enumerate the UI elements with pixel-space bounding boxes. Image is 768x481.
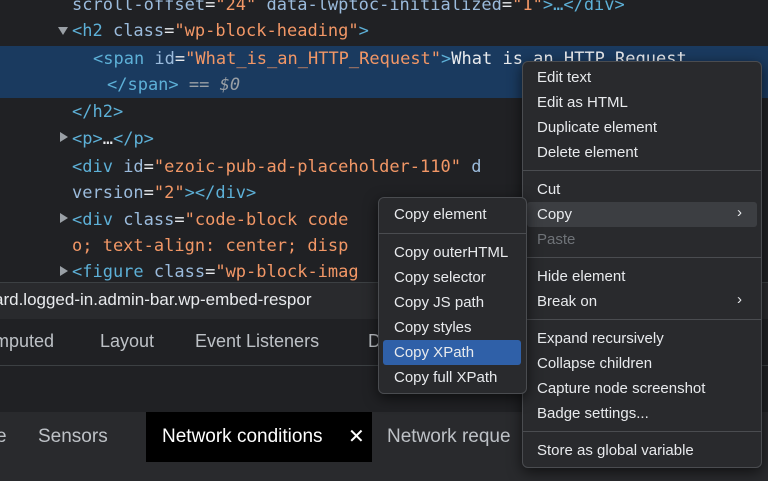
breadcrumb-text[interactable]: ard.logged-in.admin-bar.wp-embed-respor [0, 290, 312, 310]
menu-item-duplicate-element[interactable]: Duplicate element [537, 115, 657, 140]
attr-value: "wp-block-heading" [174, 21, 359, 41]
attr-name: class [153, 262, 206, 282]
menu-item-copy-selector[interactable]: Copy selector [394, 265, 486, 290]
tag-close: </p> [112, 129, 154, 149]
expand-triangle-icon[interactable] [60, 213, 68, 223]
dom-line-lwptoc[interactable]: scroll-offset="24" data-lwptoc-initializ… [72, 0, 625, 18]
menu-item-copy-styles[interactable]: Copy styles [394, 315, 472, 340]
equals: = [205, 262, 216, 282]
menu-separator [523, 170, 761, 171]
attr-name: data-lwptoc-initialized [256, 0, 502, 15]
chevron-right-icon: › [737, 291, 742, 308]
tab-event-listeners[interactable]: Event Listeners [195, 331, 319, 352]
attr-value: "1" [512, 0, 543, 15]
tag-close: </h2> [72, 102, 124, 122]
attr-value: "ezoic-pub-ad-placeholder-110" [153, 157, 461, 177]
console-ref: == $0 [178, 75, 241, 95]
attr-value: "2" [153, 183, 185, 203]
tab-layout[interactable]: Layout [100, 331, 154, 352]
dom-line-ad-div-cont[interactable]: version="2"></div> [72, 180, 256, 206]
menu-item-edit-text[interactable]: Edit text [537, 65, 591, 90]
ellipsis: … [102, 129, 113, 149]
equals: = [143, 183, 154, 203]
dom-line-h2[interactable]: <h2 class="wp-block-heading"> [72, 18, 369, 44]
menu-item-copy-full-xpath[interactable]: Copy full XPath [394, 365, 497, 390]
dom-line-p[interactable]: <p>…</p> [72, 126, 154, 152]
dom-line-code-block-cont[interactable]: o; text-align: center; disp [72, 233, 348, 259]
attr-name: d [460, 157, 482, 177]
menu-separator [523, 257, 761, 258]
dom-line-code-block[interactable]: <div class="code-block code [72, 207, 348, 233]
collapse-triangle-icon[interactable] [58, 27, 68, 35]
tag-open: <figure [72, 262, 154, 282]
tag-bracket: > [441, 49, 452, 69]
attr-value: "wp-block-imag [215, 262, 359, 282]
menu-separator [379, 233, 526, 234]
menu-item-expand-recursively[interactable]: Expand recursively [537, 326, 664, 351]
menu-item-edit-as-html[interactable]: Edit as HTML [537, 90, 628, 115]
attr-name: class [112, 21, 165, 41]
tag-open: <p> [72, 129, 103, 149]
tab-partial[interactable]: e [0, 412, 7, 462]
equals: = [143, 157, 154, 177]
dom-line-figure[interactable]: <figure class="wp-block-imag [72, 259, 359, 282]
attr-name: id [154, 49, 175, 69]
tab-network-request-blocking[interactable]: Network reque [387, 412, 511, 462]
menu-item-delete-element[interactable]: Delete element [537, 140, 638, 165]
menu-item-copy[interactable]: Copy [537, 202, 572, 227]
copy-submenu: Copy element Copy outerHTML Copy selecto… [378, 197, 527, 394]
menu-item-store-as-global-variable[interactable]: Store as global variable [537, 438, 694, 463]
expand-triangle-icon[interactable] [60, 132, 68, 142]
dom-line-span-close[interactable]: </span> == $0 [107, 72, 240, 98]
tag-close: </span> [107, 75, 179, 95]
menu-item-copy-js-path[interactable]: Copy JS path [394, 290, 484, 315]
menu-item-badge-settings[interactable]: Badge settings... [537, 401, 649, 426]
menu-item-break-on[interactable]: Break on [537, 289, 597, 314]
chevron-right-icon: › [737, 204, 742, 221]
tag-bracket: > [358, 21, 369, 41]
menu-item-copy-xpath[interactable]: Copy XPath [394, 340, 474, 365]
attr-value: "24" [215, 0, 257, 15]
tag-open: <div [72, 157, 124, 177]
menu-separator [523, 431, 761, 432]
attr-value: "What_is_an_HTTP_Request" [185, 49, 442, 69]
menu-item-copy-outerhtml[interactable]: Copy outerHTML [394, 240, 508, 265]
menu-item-collapse-children[interactable]: Collapse children [537, 351, 652, 376]
menu-item-hide-element[interactable]: Hide element [537, 264, 625, 289]
tag-open: <div [72, 210, 124, 230]
context-menu: Edit text Edit as HTML Duplicate element… [522, 61, 762, 468]
attr-name: scroll-offset [72, 0, 206, 15]
menu-item-copy-element[interactable]: Copy element [394, 202, 487, 227]
dom-line-h2-close[interactable]: </h2> [72, 99, 123, 125]
menu-item-cut[interactable]: Cut [537, 177, 560, 202]
attr-name: version [72, 183, 144, 203]
close-icon[interactable]: ✕ [348, 412, 365, 462]
dom-line-ad-div[interactable]: <div id="ezoic-pub-ad-placeholder-110" d [72, 154, 481, 180]
tab-network-conditions-label: Network conditions [162, 426, 323, 447]
attr-name: class [123, 210, 175, 230]
tab-computed[interactable]: mputed [0, 331, 54, 352]
menu-item-paste[interactable]: Paste [537, 227, 575, 252]
attr-value: o; text-align: center; disp [72, 236, 349, 256]
equals: = [205, 0, 216, 15]
tab-network-conditions[interactable]: Network conditions [146, 412, 372, 462]
equals: = [164, 21, 175, 41]
equals: = [174, 49, 186, 69]
equals: = [174, 210, 185, 230]
menu-separator [523, 319, 761, 320]
tab-sensors[interactable]: Sensors [38, 412, 108, 462]
tag-close: >…</div> [542, 0, 625, 15]
attr-name: id [123, 157, 144, 177]
tag-open: <h2 [72, 21, 113, 41]
tag-close: ></div> [184, 183, 257, 203]
tag-open: <span [93, 49, 155, 69]
equals: = [501, 0, 513, 15]
attr-value: "code-block code [184, 210, 349, 230]
menu-item-capture-node-screenshot[interactable]: Capture node screenshot [537, 376, 705, 401]
expand-triangle-icon[interactable] [60, 266, 68, 276]
